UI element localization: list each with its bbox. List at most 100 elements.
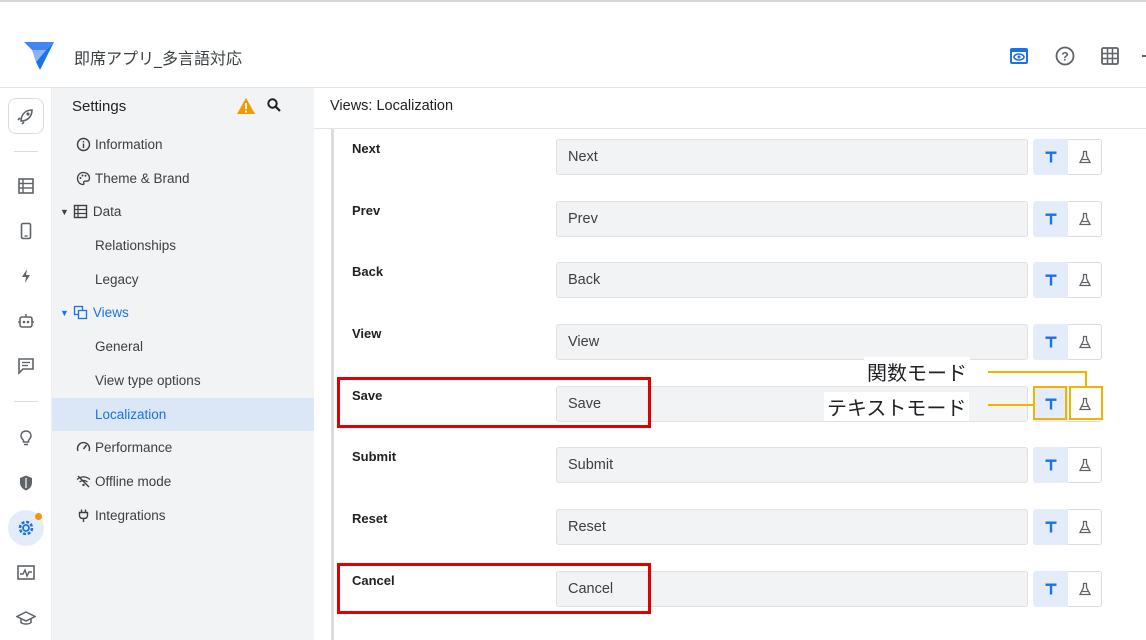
bulb-icon[interactable] — [8, 420, 44, 456]
warning-icon[interactable] — [236, 97, 256, 120]
sidebar-item-label: Localization — [95, 407, 167, 422]
sidebar-item-theme-brand[interactable]: Theme & Brand — [52, 162, 314, 195]
sidebar-item-localization[interactable]: Localization — [52, 398, 314, 431]
text-t-icon — [1045, 583, 1056, 595]
sidebar-item-relationships[interactable]: Relationships — [52, 229, 314, 262]
field-label-submit: Submit — [352, 449, 397, 464]
sidebar-item-label: Data — [92, 204, 122, 219]
text-t-icon — [1045, 521, 1056, 533]
phone-icon[interactable] — [8, 213, 44, 249]
plug-icon — [75, 508, 91, 524]
flask-icon — [1078, 273, 1091, 287]
info-icon — [75, 137, 91, 153]
sidebar-item-integrations[interactable]: Integrations — [52, 499, 314, 532]
bolt-icon[interactable] — [8, 258, 44, 294]
help-icon[interactable]: ? — [1053, 44, 1077, 68]
callout-line-function — [988, 371, 1086, 373]
text-input-reset[interactable]: Reset — [556, 509, 1028, 545]
function-mode-button[interactable] — [1068, 324, 1102, 360]
callout-label-function-mode: 関数モード — [864, 357, 970, 386]
page-title: Views: Localization — [330, 98, 454, 114]
sidebar-item-label: Legacy — [95, 272, 139, 287]
speed-icon — [75, 440, 91, 456]
sidebar-item-data[interactable]: ▼ Data — [52, 195, 314, 228]
flask-icon — [1078, 212, 1091, 226]
sidebar-item-label: Views — [92, 305, 129, 320]
search-icon[interactable] — [266, 97, 282, 118]
flask-icon — [1078, 520, 1091, 534]
sidebar-item-label: Relationships — [95, 238, 177, 253]
function-mode-button[interactable] — [1068, 139, 1102, 175]
data-icon[interactable] — [8, 168, 44, 204]
field-label-view: View — [352, 326, 382, 341]
sidebar-item-label: Information — [95, 137, 163, 152]
flask-icon — [1078, 458, 1091, 472]
left-rail — [0, 88, 52, 640]
rail-divider — [14, 401, 38, 402]
views-icon — [73, 305, 89, 321]
sidebar-item-information[interactable]: Information — [52, 128, 314, 161]
sidebar-item-label: Performance — [95, 440, 173, 455]
text-input-prev[interactable]: Prev — [556, 201, 1028, 237]
appsheet-logo — [24, 42, 54, 70]
sidebar-item-offline-mode[interactable]: Offline mode — [52, 465, 314, 498]
text-input-submit[interactable]: Submit — [556, 447, 1028, 483]
caret-down-icon: ▼ — [60, 307, 69, 318]
sidebar-item-views[interactable]: ▼ Views — [52, 296, 314, 329]
text-t-icon — [1045, 336, 1056, 348]
gear-icon[interactable] — [8, 510, 44, 546]
more-icon[interactable] — [1136, 44, 1146, 68]
notification-dot — [35, 513, 42, 520]
function-mode-button[interactable] — [1068, 447, 1102, 483]
grid-icon[interactable] — [1098, 44, 1122, 68]
function-mode-button[interactable] — [1068, 262, 1102, 298]
rocket-icon[interactable] — [8, 98, 44, 134]
section-indent-line — [331, 129, 334, 640]
field-label-prev: Prev — [352, 203, 381, 218]
function-mode-button[interactable] — [1068, 201, 1102, 237]
sidebar-item-performance[interactable]: Performance — [52, 431, 314, 464]
sidebar-item-label: Theme & Brand — [95, 171, 190, 186]
text-mode-button[interactable] — [1033, 571, 1068, 607]
text-input-next[interactable]: Next — [556, 139, 1028, 175]
wifi-off-icon — [75, 474, 91, 490]
main-header: Views: Localization — [314, 88, 1146, 129]
school-icon[interactable] — [8, 600, 44, 636]
monitor-icon[interactable] — [8, 555, 44, 591]
sidebar-item-view-type-options[interactable]: View type options — [52, 364, 314, 397]
highlight-cancel-row — [337, 563, 651, 614]
flask-icon — [1078, 582, 1091, 596]
top-bar: 即席アプリ_多言語対応 ? — [0, 0, 1146, 88]
bot-icon[interactable] — [8, 303, 44, 339]
text-t-icon — [1045, 213, 1056, 225]
text-input-view[interactable]: View — [556, 324, 1028, 360]
caret-down-icon: ▼ — [60, 206, 69, 217]
text-mode-button[interactable] — [1033, 262, 1068, 298]
field-label-next: Next — [352, 141, 381, 156]
text-mode-button[interactable] — [1033, 447, 1068, 483]
text-input-back[interactable]: Back — [556, 262, 1028, 298]
text-mode-button[interactable] — [1033, 324, 1068, 360]
app-title: 即席アプリ_多言語対応 — [74, 49, 243, 68]
sidebar-item-label: Offline mode — [95, 474, 172, 489]
shield-icon[interactable] — [8, 465, 44, 501]
sidebar-item-legacy[interactable]: Legacy — [52, 263, 314, 296]
table-icon — [73, 204, 89, 220]
text-mode-button[interactable] — [1033, 201, 1068, 237]
field-label-reset: Reset — [352, 511, 388, 526]
text-t-icon — [1045, 459, 1056, 471]
function-mode-button[interactable] — [1068, 571, 1102, 607]
highlight-save-row — [337, 377, 651, 428]
text-t-icon — [1045, 151, 1056, 163]
text-mode-button[interactable] — [1033, 509, 1068, 545]
sidebar-item-general[interactable]: General — [52, 330, 314, 363]
rail-divider — [14, 151, 38, 152]
function-mode-button[interactable] — [1068, 509, 1102, 545]
preview-icon[interactable] — [1007, 44, 1031, 68]
settings-heading: Settings — [72, 98, 127, 115]
palette-icon — [75, 171, 91, 187]
sidebar-item-label: Integrations — [95, 508, 166, 523]
chat-icon[interactable] — [8, 348, 44, 384]
callout-function-mode-box — [1069, 386, 1103, 420]
text-mode-button[interactable] — [1033, 139, 1068, 175]
